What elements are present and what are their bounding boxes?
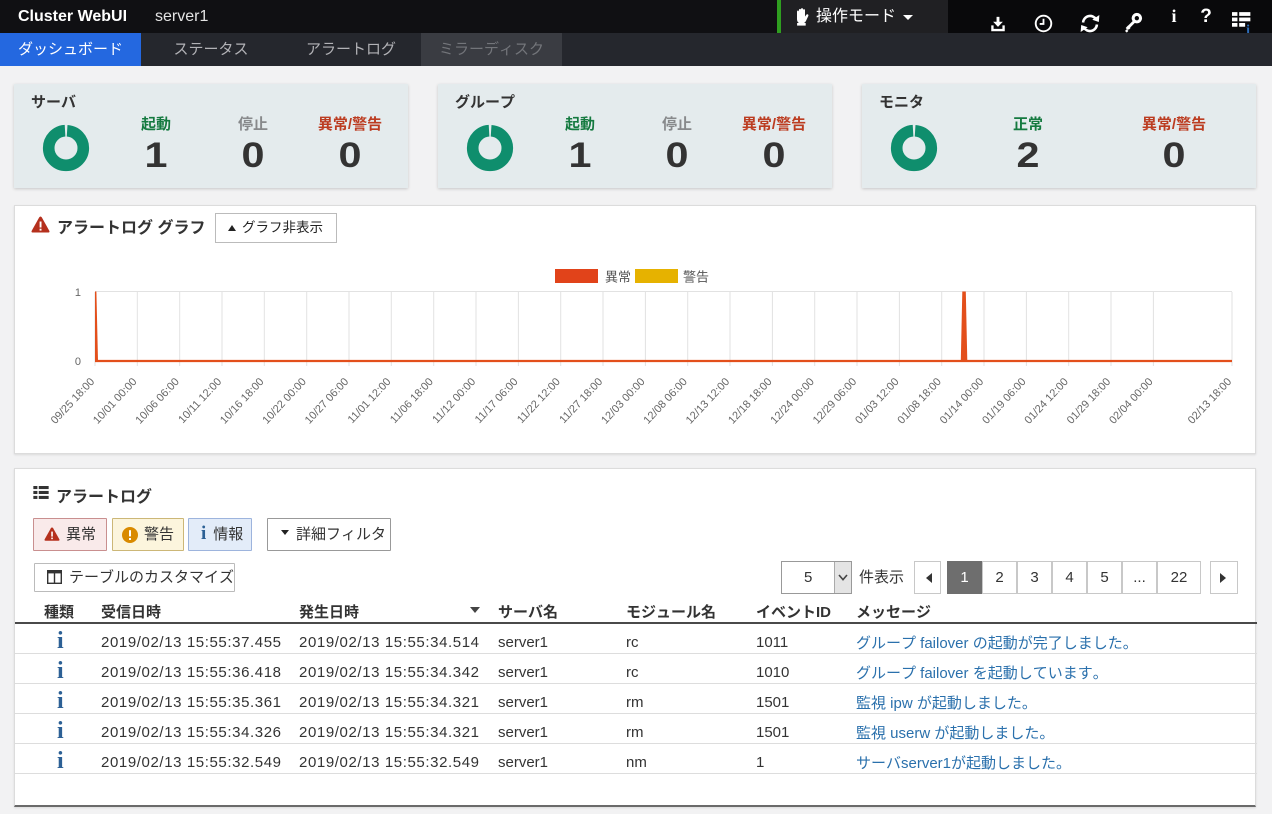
svg-text:11/22 12:00: 11/22 12:00 — [515, 376, 563, 426]
svg-text:10/27 06:00: 10/27 06:00 — [303, 376, 351, 427]
svg-text:11/12 00:00: 11/12 00:00 — [430, 376, 478, 426]
svg-text:11/17 06:00: 11/17 06:00 — [473, 376, 521, 426]
svg-text:12/24 00:00: 12/24 00:00 — [768, 376, 816, 427]
svg-text:10/22 00:00: 10/22 00:00 — [260, 376, 308, 427]
svg-text:01/08 18:00: 01/08 18:00 — [895, 376, 943, 427]
svg-text:01/24 12:00: 01/24 12:00 — [1022, 376, 1070, 427]
svg-text:10/01 00:00: 10/01 00:00 — [91, 376, 139, 427]
svg-text:09/25 18:00: 09/25 18:00 — [49, 376, 97, 427]
svg-text:11/06 18:00: 11/06 18:00 — [388, 376, 436, 426]
svg-text:12/29 06:00: 12/29 06:00 — [811, 376, 859, 427]
svg-text:10/16 18:00: 10/16 18:00 — [218, 376, 266, 427]
svg-text:1: 1 — [75, 287, 81, 299]
svg-text:11/01 12:00: 11/01 12:00 — [346, 376, 394, 426]
svg-text:異常: 異常 — [605, 270, 631, 285]
svg-text:0: 0 — [75, 356, 81, 368]
svg-text:12/08 06:00: 12/08 06:00 — [641, 376, 689, 427]
svg-text:12/13 12:00: 12/13 12:00 — [684, 376, 732, 427]
svg-text:01/14 00:00: 01/14 00:00 — [938, 376, 986, 427]
svg-text:01/03 12:00: 01/03 12:00 — [853, 376, 901, 427]
svg-text:12/18 18:00: 12/18 18:00 — [726, 376, 774, 427]
svg-text:01/19 06:00: 01/19 06:00 — [980, 376, 1028, 427]
svg-text:01/29 18:00: 01/29 18:00 — [1065, 376, 1113, 427]
svg-text:02/13 18:00: 02/13 18:00 — [1186, 376, 1234, 427]
svg-text:12/03 00:00: 12/03 00:00 — [599, 376, 647, 427]
svg-text:02/04 00:00: 02/04 00:00 — [1107, 376, 1155, 427]
svg-text:10/06 06:00: 10/06 06:00 — [133, 376, 181, 427]
svg-text:警告: 警告 — [683, 270, 709, 285]
